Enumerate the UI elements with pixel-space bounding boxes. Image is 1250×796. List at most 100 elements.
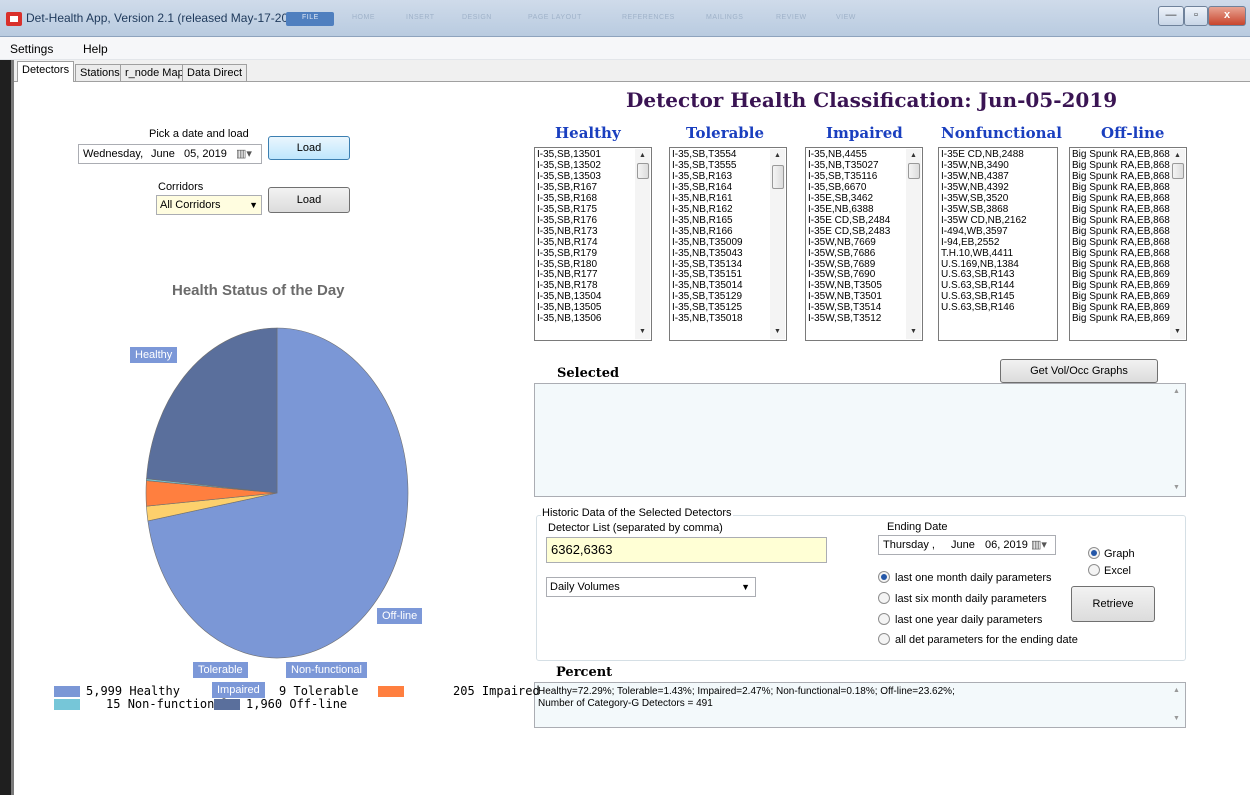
offline-listbox[interactable]: Big Spunk RA,EB,868 Big Spunk RA,EB,868 Bi…: [1069, 147, 1187, 341]
scroll-down-icon[interactable]: ▼: [1169, 481, 1184, 495]
pie-chart: [145, 327, 409, 659]
scroll-thumb[interactable]: [1172, 163, 1184, 179]
ribbon-tab-review: REVIEW: [776, 14, 807, 21]
list-item[interactable]: Big Spunk RA,EB,869: [1072, 313, 1170, 325]
percent-line-1: Healthy=72.29%; Tolerable=1.43%; Impaire…: [538, 686, 955, 697]
tolerable-list-items: I-35,SB,T3554 I-35,SB,T3555 I-35,SB,R163 I-…: [672, 149, 743, 325]
output-radio-excel[interactable]: [1088, 564, 1100, 576]
output-label-graph: Graph: [1104, 548, 1135, 560]
list-item[interactable]: U.S.63,SB,R146: [941, 302, 1027, 314]
scroll-thumb[interactable]: [637, 163, 649, 179]
range-radio-six-month[interactable]: [878, 592, 890, 604]
list-item[interactable]: I-35W,NB,7669: [808, 237, 890, 249]
calendar-dropdown-icon[interactable]: ▥▾: [1031, 536, 1047, 554]
list-item[interactable]: I-494,WB,3597: [941, 226, 1027, 238]
scroll-up-icon[interactable]: ▲: [906, 149, 921, 163]
chevron-down-icon: ▼: [741, 582, 750, 592]
offline-scrollbar[interactable]: ▲ ▼: [1170, 149, 1185, 339]
range-radio-one-year[interactable]: [878, 613, 890, 625]
list-item[interactable]: I-35,NB,T35043: [672, 248, 743, 260]
list-item[interactable]: I-35,NB,T35018: [672, 313, 743, 325]
output-radio-graph[interactable]: [1088, 547, 1100, 559]
legend-healthy: 5,999 Healthy: [86, 684, 180, 698]
list-item[interactable]: T.H.10,WB,4411: [941, 248, 1027, 260]
scroll-down-icon[interactable]: ▼: [1169, 712, 1184, 726]
range-label-ending-date: all det parameters for the ending date: [895, 634, 1078, 646]
tab-detectors[interactable]: Detectors: [17, 61, 75, 82]
list-item[interactable]: Big Spunk RA,EB,868: [1072, 226, 1170, 238]
legend-swatch-nonfunctional: [54, 699, 80, 710]
close-button[interactable]: x: [1208, 6, 1246, 26]
legend-tolerable: 9 Tolerable: [279, 684, 359, 698]
pie-label-nonfunctional: Non-functional: [286, 662, 367, 678]
percent-textbox[interactable]: Healthy=72.29%; Tolerable=1.43%; Impaire…: [534, 682, 1186, 728]
impaired-listbox[interactable]: I-35,NB,4455 I-35,NB,T35027 I-35,SB,T35116…: [805, 147, 923, 341]
legend-count-offline: 1,960: [246, 697, 283, 711]
range-label-one-month: last one month daily parameters: [895, 572, 1052, 584]
list-item[interactable]: I-94,EB,2552: [941, 237, 1027, 249]
parameter-select[interactable]: Daily Volumes ▼: [546, 577, 756, 597]
pie-label-offline: Off-line: [377, 608, 423, 624]
scroll-up-icon[interactable]: ▲: [1170, 149, 1185, 163]
legend-count-healthy: 5,999: [86, 684, 123, 698]
ending-date-month: June: [951, 539, 975, 551]
selected-label: Selected: [557, 366, 620, 381]
tolerable-listbox[interactable]: I-35,SB,T3554 I-35,SB,T3555 I-35,SB,R163 I-…: [669, 147, 787, 341]
scroll-up-icon[interactable]: ▲: [1169, 385, 1184, 399]
list-item[interactable]: I-35W,SB,T3512: [808, 313, 890, 325]
scroll-thumb[interactable]: [772, 165, 784, 189]
nonfunctional-listbox[interactable]: I-35E CD,NB,2488 I-35W,NB,3490 I-35W,NB,43…: [938, 147, 1058, 341]
scroll-up-icon[interactable]: ▲: [1169, 684, 1184, 698]
tolerable-scrollbar[interactable]: ▲ ▼: [770, 149, 785, 339]
maximize-button[interactable]: ▫: [1184, 6, 1208, 26]
get-graphs-button[interactable]: Get Vol/Occ Graphs: [1000, 359, 1158, 383]
scroll-down-icon[interactable]: ▼: [906, 325, 921, 339]
list-item[interactable]: Big Spunk RA,EB,868: [1072, 248, 1170, 260]
list-item[interactable]: I-35E CD,SB,2483: [808, 226, 890, 238]
scroll-down-icon[interactable]: ▼: [635, 325, 650, 339]
heading-tolerable: Tolerable: [686, 124, 765, 142]
legend-count-nonfunctional: 15: [106, 697, 121, 711]
percent-scrollbar[interactable]: ▲ ▼: [1169, 684, 1184, 726]
heading-offline: Off-line: [1101, 124, 1165, 142]
legend-text-tolerable: Tolerable: [293, 684, 359, 698]
scroll-down-icon[interactable]: ▼: [1170, 325, 1185, 339]
ending-date-label: Ending Date: [887, 521, 948, 533]
scroll-down-icon[interactable]: ▼: [770, 325, 785, 339]
healthy-scrollbar[interactable]: ▲ ▼: [635, 149, 650, 339]
ending-date-picker[interactable]: Thursday , June 06, 2019 ▥▾: [878, 535, 1056, 555]
list-item[interactable]: Big Spunk RA,EB,868: [1072, 237, 1170, 249]
legend-nonfunctional: 15 Non-functional: [106, 697, 229, 711]
ending-date-day: Thursday ,: [883, 539, 935, 551]
percent-label: Percent: [556, 665, 613, 680]
legend-text-impaired: Impaired: [481, 684, 540, 698]
ending-date-date: 06, 2019: [985, 539, 1028, 551]
range-radio-one-month[interactable]: [878, 571, 890, 583]
selected-scrollbar[interactable]: ▲ ▼: [1169, 385, 1184, 495]
list-item[interactable]: I-35W,SB,7686: [808, 248, 890, 260]
scroll-up-icon[interactable]: ▲: [635, 149, 650, 163]
legend-impaired: 205 Impaired: [453, 684, 540, 698]
nonfunctional-list-items: I-35E CD,NB,2488 I-35W,NB,3490 I-35W,NB,43…: [941, 149, 1027, 314]
heading-nonfunctional: Nonfunctional: [941, 124, 1062, 142]
detector-list-input[interactable]: 6362,6363: [546, 537, 827, 563]
retrieve-button[interactable]: Retrieve: [1071, 586, 1155, 622]
scroll-up-icon[interactable]: ▲: [770, 149, 785, 163]
ribbon-tab-mailings: MAILINGS: [706, 14, 744, 21]
minimize-button[interactable]: —: [1158, 6, 1184, 26]
impaired-scrollbar[interactable]: ▲ ▼: [906, 149, 921, 339]
legend-text-healthy: Healthy: [129, 684, 180, 698]
page-title: Detector Health Classification: Jun-05-2…: [626, 88, 1118, 112]
legend-text-offline: Off-line: [289, 697, 348, 711]
scroll-thumb[interactable]: [908, 163, 920, 179]
legend-count-tolerable: 9: [279, 684, 287, 698]
detector-list-value: 6362,6363: [551, 542, 613, 557]
legend-swatch-healthy: [54, 686, 80, 697]
list-item[interactable]: I-35,NB,R166: [672, 226, 743, 238]
range-radio-ending-date[interactable]: [878, 633, 890, 645]
pie-label-impaired: Impaired: [212, 682, 265, 698]
legend-swatch-offline: [214, 699, 240, 710]
offline-list-items: Big Spunk RA,EB,868 Big Spunk RA,EB,868 Bi…: [1072, 149, 1170, 325]
selected-textbox[interactable]: ▲ ▼: [534, 383, 1186, 497]
list-item[interactable]: I-35,NB,T35009: [672, 237, 743, 249]
